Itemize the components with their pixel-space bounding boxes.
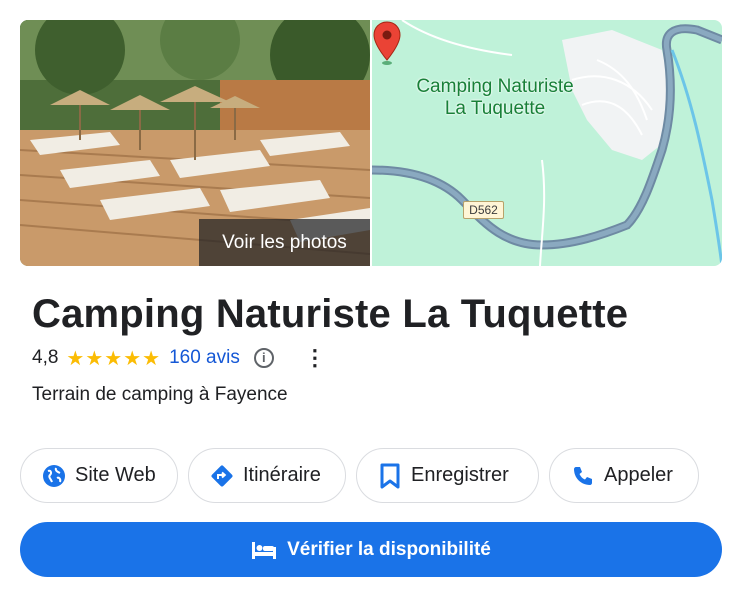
directions-label: Itinéraire (243, 464, 321, 486)
rating-row: 4,8 ★★★★★ 160 avis i ⋮ (32, 344, 326, 372)
location-pin-icon (373, 21, 401, 65)
place-category: Terrain de camping à Fayence (32, 384, 288, 405)
map-illustration (372, 20, 722, 266)
check-availability-button[interactable]: Vérifier la disponibilité (20, 522, 722, 577)
place-photo[interactable]: Voir les photos (20, 20, 370, 266)
map-place-label: Camping Naturiste La Tuquette (400, 76, 590, 120)
globe-icon (41, 463, 67, 489)
location-map[interactable]: Camping Naturiste La Tuquette D562 (372, 20, 722, 266)
more-options-icon[interactable]: ⋮ (304, 347, 326, 369)
save-button[interactable]: Enregistrer (356, 448, 539, 503)
directions-button[interactable]: Itinéraire (188, 448, 346, 503)
road-shield: D562 (463, 201, 504, 219)
call-label: Appeler (604, 464, 673, 486)
directions-icon (209, 463, 235, 489)
reviews-link[interactable]: 160 avis (169, 347, 240, 369)
save-label: Enregistrer (411, 464, 509, 486)
media-gallery: Voir les photos Camping Naturiste La Tuq… (20, 20, 722, 266)
place-title: Camping Naturiste La Tuquette (32, 292, 629, 336)
star-rating-icon: ★★★★★ (66, 347, 162, 370)
phone-icon (570, 463, 596, 489)
check-availability-label: Vérifier la disponibilité (287, 538, 491, 560)
view-photos-button[interactable]: Voir les photos (199, 219, 370, 266)
bookmark-icon (377, 463, 403, 489)
website-button[interactable]: Site Web (20, 448, 178, 503)
rating-value: 4,8 (32, 347, 59, 368)
bed-icon (251, 540, 277, 560)
call-button[interactable]: Appeler (549, 448, 699, 503)
info-icon[interactable]: i (253, 348, 274, 368)
website-label: Site Web (75, 464, 156, 486)
map-label-text: Camping Naturiste La Tuquette (416, 76, 574, 119)
